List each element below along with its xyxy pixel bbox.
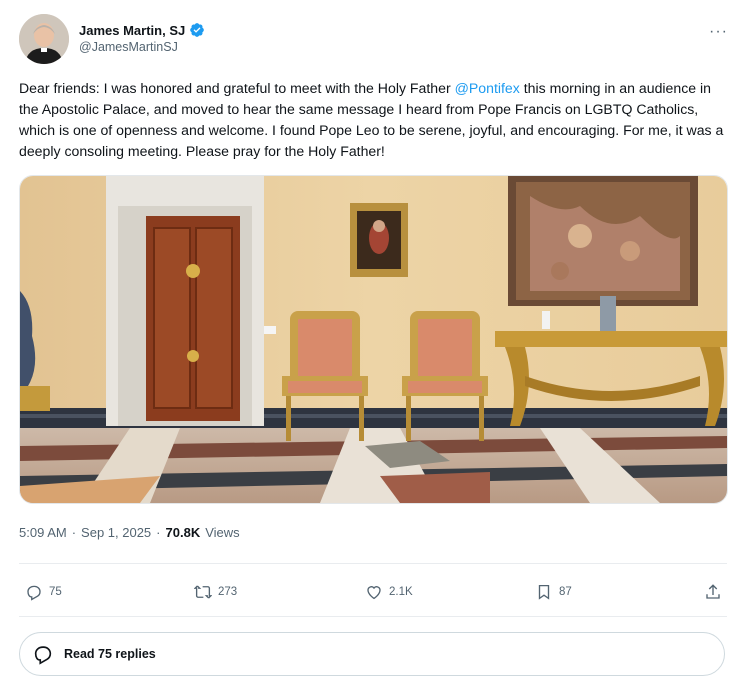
repost-count: 273 — [218, 586, 238, 598]
like-button[interactable]: 2.1K — [365, 583, 413, 601]
profile-photo-icon — [19, 14, 69, 64]
share-button[interactable] — [704, 583, 722, 601]
reply-count: 75 — [49, 586, 62, 598]
mention-link[interactable]: @Pontifex — [455, 80, 520, 96]
like-count: 2.1K — [389, 586, 413, 598]
reply-button[interactable]: 75 — [25, 583, 62, 601]
bookmark-count: 87 — [559, 586, 572, 598]
views-label: Views — [205, 525, 240, 540]
palace-room-image — [20, 176, 727, 503]
heart-icon — [367, 586, 381, 600]
tweet-text-part1: Dear friends: I was honored and grateful… — [19, 80, 455, 96]
bookmark-icon — [538, 584, 550, 600]
divider — [19, 563, 727, 564]
tweet-photo[interactable] — [19, 175, 728, 504]
read-replies-button[interactable]: Read 75 replies — [19, 632, 725, 676]
avatar[interactable] — [19, 14, 69, 64]
more-options-button[interactable]: ··· — [709, 24, 728, 40]
reply-icon — [27, 585, 41, 601]
author-name-text: James Martin, SJ — [79, 22, 186, 38]
tweet-meta: 5:09 AM · Sep 1, 2025 · 70.8K Views — [19, 525, 240, 540]
author-name[interactable]: James Martin, SJ — [79, 22, 205, 38]
tweet-text: Dear friends: I was honored and grateful… — [19, 78, 731, 162]
tweet-time[interactable]: 5:09 AM — [19, 525, 67, 540]
divider — [19, 616, 727, 617]
reply-bubble-icon — [34, 646, 52, 665]
read-replies-label: Read 75 replies — [64, 647, 156, 661]
share-icon — [706, 584, 720, 599]
tweet-date[interactable]: Sep 1, 2025 — [81, 525, 151, 540]
repost-icon — [194, 585, 212, 599]
meta-dot: · — [156, 525, 161, 540]
meta-dot: · — [71, 525, 77, 540]
bookmark-button[interactable]: 87 — [535, 583, 572, 601]
verified-badge-icon — [190, 23, 205, 37]
views-count: 70.8K — [165, 525, 201, 540]
repost-button[interactable]: 273 — [194, 583, 237, 601]
author-handle[interactable]: @JamesMartinSJ — [79, 40, 178, 54]
